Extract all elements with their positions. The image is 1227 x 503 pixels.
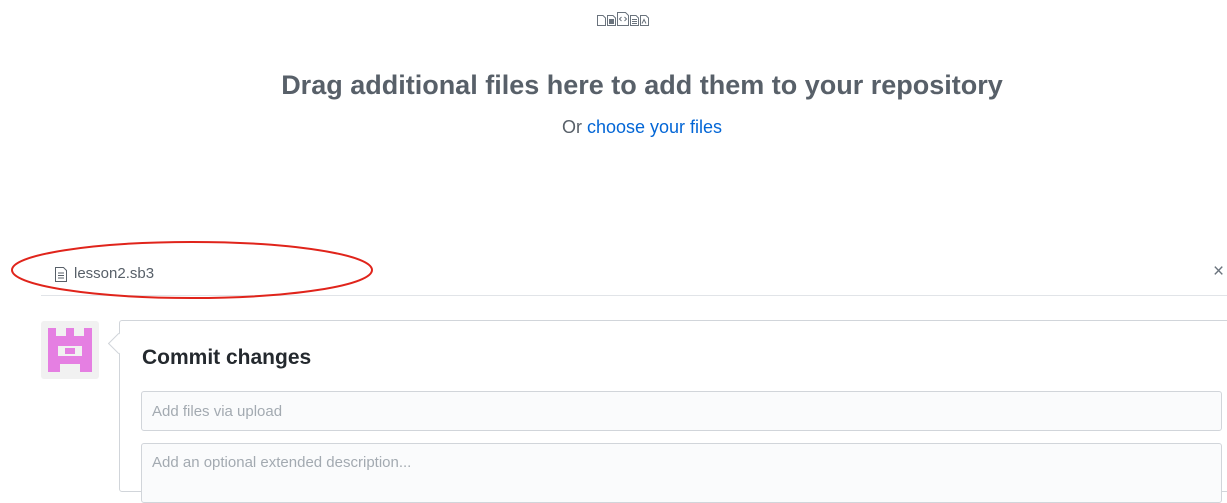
file-code-icon: [617, 12, 629, 26]
dropzone-title: Drag additional files here to add them t…: [281, 70, 1003, 100]
dropzone-subtitle: Or choose your files: [0, 117, 1227, 138]
commit-title: Commit changes: [142, 346, 312, 369]
uploaded-file-name: lesson2.sb3: [74, 265, 155, 282]
dropzone-subtitle-prefix: Or: [561, 117, 587, 137]
file-icon: [597, 15, 606, 26]
avatar: [41, 321, 99, 379]
uploaded-file-row: lesson2.sb3 ×: [41, 253, 1227, 296]
remove-file-button[interactable]: ×: [1213, 262, 1224, 282]
choose-files-link[interactable]: choose your files: [587, 117, 722, 137]
file-text-icon: [55, 267, 67, 282]
commit-description-input[interactable]: [141, 443, 1222, 503]
file-pdf-icon: [640, 15, 649, 26]
file-text-icon: [630, 15, 639, 26]
identicon: [48, 328, 92, 372]
file-type-icons: [597, 12, 649, 26]
commit-summary-input[interactable]: [141, 391, 1222, 431]
file-media-icon: [607, 15, 616, 26]
